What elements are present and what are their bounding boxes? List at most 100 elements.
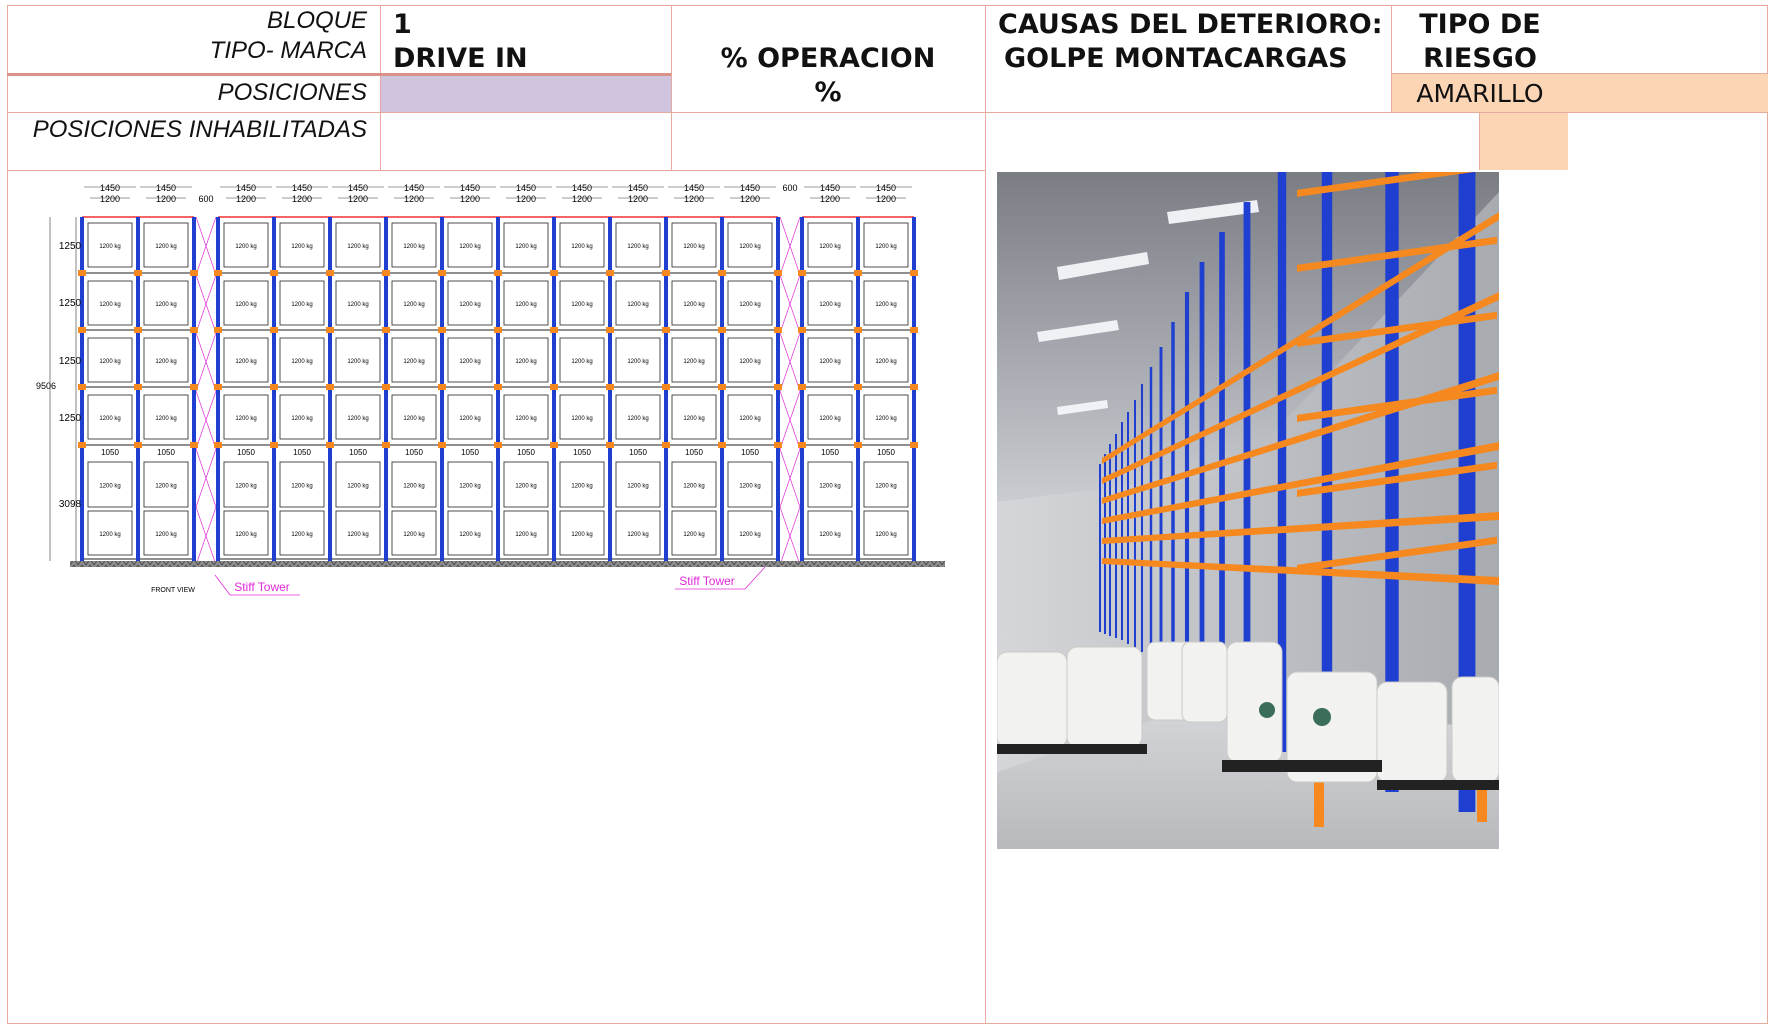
load-label: 1200 kg <box>403 359 424 365</box>
load-label: 1200 kg <box>235 302 256 308</box>
bay-width-inner: 1200 <box>628 194 648 204</box>
rack-rail-bracket <box>798 384 806 390</box>
load-label: 1200 kg <box>875 416 896 422</box>
bay-width-inner: 1200 <box>820 194 840 204</box>
load-label: 1200 kg <box>739 532 760 538</box>
rack-rail-bracket <box>326 270 334 276</box>
beam-width-label: 1050 <box>685 448 703 457</box>
rack-rail-bracket <box>134 270 142 276</box>
rack-rail-bracket <box>190 442 198 448</box>
load-label: 1200 kg <box>155 244 176 250</box>
bay-width-outer: 1450 <box>348 183 368 193</box>
load-label: 1200 kg <box>875 244 896 250</box>
load-label: 1200 kg <box>683 484 704 490</box>
load-label: 1200 kg <box>347 244 368 250</box>
rack-rail-bracket <box>718 442 726 448</box>
load-label: 1200 kg <box>291 302 312 308</box>
divider <box>7 170 985 171</box>
load-label: 1200 kg <box>819 484 840 490</box>
beam-width-label: 1050 <box>101 448 119 457</box>
load-label: 1200 kg <box>459 302 480 308</box>
rack-rail-bracket <box>910 384 918 390</box>
front-view-label: FRONT VIEW <box>151 587 195 594</box>
load-label: 1200 kg <box>459 484 480 490</box>
level-height: 1250 <box>59 356 82 367</box>
beam-width-label: 1050 <box>573 448 591 457</box>
rack-rail-bracket <box>214 327 222 333</box>
load-label: 1200 kg <box>819 244 840 250</box>
rack-upright <box>1099 464 1101 632</box>
gap-width: 600 <box>198 194 213 204</box>
bay-width-outer: 1450 <box>684 183 704 193</box>
bay-width-outer: 1450 <box>628 183 648 193</box>
rack-rail-bracket <box>270 270 278 276</box>
load-label: 1200 kg <box>515 302 536 308</box>
load-label: 1200 kg <box>571 484 592 490</box>
beam-width-label: 1050 <box>517 448 535 457</box>
beam-width-label: 1050 <box>629 448 647 457</box>
load-label: 1200 kg <box>683 302 704 308</box>
rack-rail-bracket <box>910 270 918 276</box>
level-height: 3098 <box>59 499 82 510</box>
load-label: 1200 kg <box>739 244 760 250</box>
load-label: 1200 kg <box>875 359 896 365</box>
beam-width-label: 1050 <box>741 448 759 457</box>
rack-rail-bracket <box>550 384 558 390</box>
load-label: 1200 kg <box>459 359 480 365</box>
load-label: 1200 kg <box>875 532 896 538</box>
rack-rail-bracket <box>382 442 390 448</box>
load-label: 1200 kg <box>683 416 704 422</box>
rack-rail-bracket <box>606 384 614 390</box>
load-label: 1200 kg <box>739 302 760 308</box>
load-label: 1200 kg <box>571 359 592 365</box>
bay-width-inner: 1200 <box>740 194 760 204</box>
rack-rail-bracket <box>718 384 726 390</box>
rack-upright <box>1171 322 1175 672</box>
ground-hatch <box>70 561 945 567</box>
rack-rail-bracket <box>78 442 86 448</box>
load-label: 1200 kg <box>403 484 424 490</box>
load-label: 1200 kg <box>739 416 760 422</box>
load-label: 1200 kg <box>235 416 256 422</box>
rack-upright <box>1199 262 1205 697</box>
load-label: 1200 kg <box>235 244 256 250</box>
beam-width-label: 1050 <box>821 448 839 457</box>
load-label: 1200 kg <box>627 359 648 365</box>
rack-rail-bracket <box>662 442 670 448</box>
rack-rail-bracket <box>854 384 862 390</box>
rack-rail-bracket <box>134 327 142 333</box>
beam-width-label: 1050 <box>237 448 255 457</box>
divider <box>985 5 986 1024</box>
rack-rail-bracket <box>190 270 198 276</box>
tipo-riesgo-label-1: TIPO DE <box>1419 9 1541 40</box>
level-height: 1250 <box>59 241 82 252</box>
load-label: 1200 kg <box>739 484 760 490</box>
load-label: 1200 kg <box>403 244 424 250</box>
bay-width-outer: 1450 <box>156 183 176 193</box>
load-label: 1200 kg <box>739 359 760 365</box>
bay-width-inner: 1200 <box>460 194 480 204</box>
rack-rail-bracket <box>134 384 142 390</box>
bloque-label: BLOQUE <box>266 7 367 34</box>
load-label: 1200 kg <box>155 416 176 422</box>
rack-upright <box>1121 422 1123 640</box>
rack-rail-bracket <box>774 384 782 390</box>
load-label: 1200 kg <box>875 484 896 490</box>
posiciones-inhabilitadas-label: POSICIONES INHABILITADAS <box>32 116 367 143</box>
rack-rail-bracket <box>270 442 278 448</box>
bay-width-outer: 1450 <box>100 183 120 193</box>
load-label: 1200 kg <box>875 302 896 308</box>
load-label: 1200 kg <box>99 416 120 422</box>
rack-upright <box>1219 232 1225 712</box>
rack-rail-bracket <box>78 327 86 333</box>
load-label: 1200 kg <box>347 359 368 365</box>
level-height: 1250 <box>59 413 82 424</box>
rack-rail-bracket <box>606 270 614 276</box>
load-label: 1200 kg <box>627 302 648 308</box>
tipo-marca-label: TIPO- MARCA <box>209 37 367 64</box>
rack-rail-bracket <box>662 327 670 333</box>
riesgo-extra-cell <box>1479 113 1568 170</box>
bay-width-inner: 1200 <box>876 194 896 204</box>
load-label: 1200 kg <box>291 532 312 538</box>
rack-rail-bracket <box>438 384 446 390</box>
